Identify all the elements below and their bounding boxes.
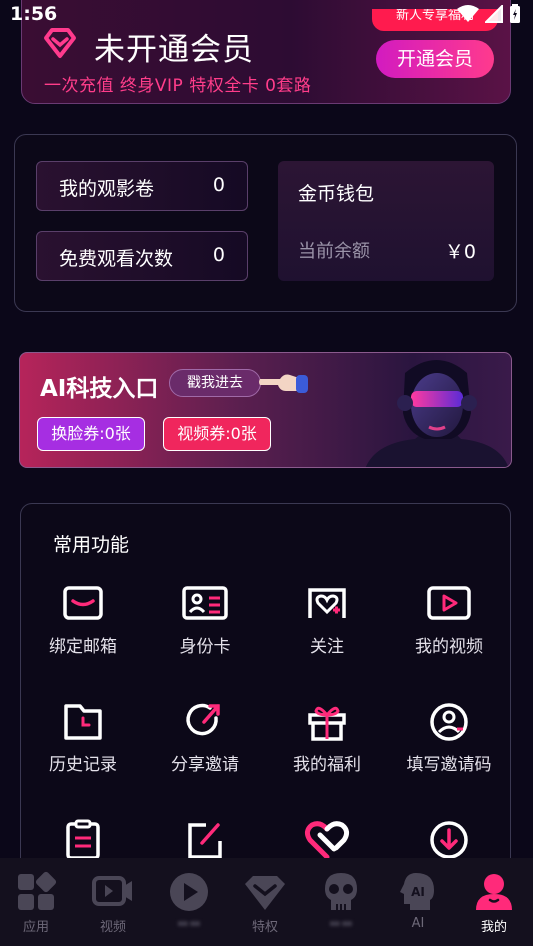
movie-ticket-label: 我的观影卷 (59, 178, 155, 200)
cyber-woman-illustration (355, 353, 511, 467)
common-functions-panel: 常用功能 绑定邮箱 身份卡 关注 我的视频 历史记录 分享邀请 我的福利 填写邀… (20, 503, 511, 883)
ai-entry-banner[interactable]: AI科技入口 戳我进去 换脸券:0张 视频券:0张 (19, 352, 512, 468)
download-icon (424, 819, 474, 859)
invite-user-icon (424, 702, 474, 742)
share-invite-item[interactable]: 分享邀请 (150, 702, 260, 782)
svg-text:AI: AI (411, 885, 425, 899)
video-play-icon (424, 584, 474, 624)
my-videos-item[interactable]: 我的视频 (394, 584, 504, 664)
mail-icon (58, 584, 108, 624)
face-swap-coupon[interactable]: 换脸券:0张 (37, 417, 145, 451)
nav-item-play[interactable]: ▬▬ (154, 870, 224, 931)
coin-balance-label: 当前余额 (298, 241, 370, 262)
status-time: 1:56 (10, 3, 58, 25)
status-bar: 1:56 (0, 0, 533, 30)
func-label: 填写邀请码 (406, 755, 492, 775)
clipboard-icon (58, 819, 108, 860)
video-coupon[interactable]: 视频券:0张 (163, 417, 271, 451)
func-label: 身份卡 (179, 637, 231, 657)
play-icon (167, 870, 211, 914)
history-folder-icon (58, 702, 108, 742)
nav-label: ▬▬ (176, 916, 202, 931)
movie-ticket-item[interactable]: 我的观影卷 0 (36, 161, 248, 211)
func-label: 分享邀请 (171, 755, 239, 775)
skull-icon (319, 870, 363, 914)
bottom-nav: 应用 视频 ▬▬ 特权 ▬▬ AI AI 我的 (0, 858, 533, 946)
pointing-hand-icon (258, 367, 310, 404)
func-label: 历史记录 (49, 755, 117, 775)
coin-balance-value: ￥0 (444, 241, 476, 263)
nav-item-apps[interactable]: 应用 (1, 870, 71, 935)
nav-label: 视频 (99, 920, 126, 935)
nav-label: AI (411, 916, 425, 931)
nav-item-profile[interactable]: 我的 (459, 870, 529, 935)
nav-label: 特权 (251, 920, 278, 935)
wifi-icon (457, 5, 479, 27)
profile-icon (472, 870, 516, 914)
wallet-panel: 我的观影卷 0 免费观看次数 0 金币钱包 当前余额 ￥0 (14, 134, 517, 312)
id-card-icon (180, 584, 230, 624)
my-benefits-item[interactable]: 我的福利 (272, 702, 382, 782)
follow-item[interactable]: 关注 (272, 584, 382, 664)
nav-item-video[interactable]: 视频 (78, 870, 148, 935)
vip-diamond-icon (42, 25, 78, 61)
coin-wallet-title: 金币钱包 (298, 183, 375, 205)
battery-icon (509, 4, 521, 28)
free-views-item[interactable]: 免费观看次数 0 (36, 231, 248, 281)
free-views-value: 0 (212, 244, 225, 266)
apps-icon (14, 870, 58, 914)
status-icons (457, 3, 521, 28)
vip-status-title: 未开通会员 (94, 32, 254, 68)
follow-heart-icon (302, 584, 352, 624)
nav-label: 我的 (480, 920, 507, 935)
nav-item-skull[interactable]: ▬▬ (306, 870, 376, 931)
signal-icon (483, 3, 503, 27)
open-vip-button[interactable]: 开通会员 (376, 40, 494, 78)
nav-item-privilege[interactable]: 特权 (230, 870, 300, 935)
nav-label: ▬▬ (328, 916, 354, 931)
func-label: 我的福利 (293, 755, 361, 775)
video-icon (91, 870, 135, 914)
movie-ticket-value: 0 (212, 174, 225, 196)
share-arrow-icon (180, 702, 230, 742)
enter-invite-code-item[interactable]: 填写邀请码 (394, 702, 504, 782)
ai-enter-tag[interactable]: 戳我进去 (169, 369, 261, 397)
common-functions-title: 常用功能 (53, 534, 130, 556)
func-label: 我的视频 (415, 637, 483, 657)
ai-banner-title: AI科技入口 (40, 376, 159, 402)
func-label: 绑定邮箱 (49, 637, 117, 657)
diamond-icon (243, 870, 287, 914)
id-card-item[interactable]: 身份卡 (150, 584, 260, 664)
free-views-label: 免费观看次数 (59, 248, 174, 270)
gift-icon (302, 702, 352, 742)
bind-email-item[interactable]: 绑定邮箱 (28, 584, 138, 664)
nav-item-ai[interactable]: AI AI (383, 870, 453, 931)
vip-subtitle: 一次充值 终身VIP 特权全卡 0套路 (44, 76, 312, 96)
coin-wallet-card[interactable]: 金币钱包 当前余额 ￥0 (278, 161, 494, 281)
edit-icon (180, 819, 230, 859)
history-item[interactable]: 历史记录 (28, 702, 138, 782)
heart-link-icon (302, 819, 352, 860)
ai-head-icon: AI (396, 870, 440, 914)
nav-label: 应用 (22, 920, 49, 935)
func-label: 关注 (310, 637, 344, 657)
